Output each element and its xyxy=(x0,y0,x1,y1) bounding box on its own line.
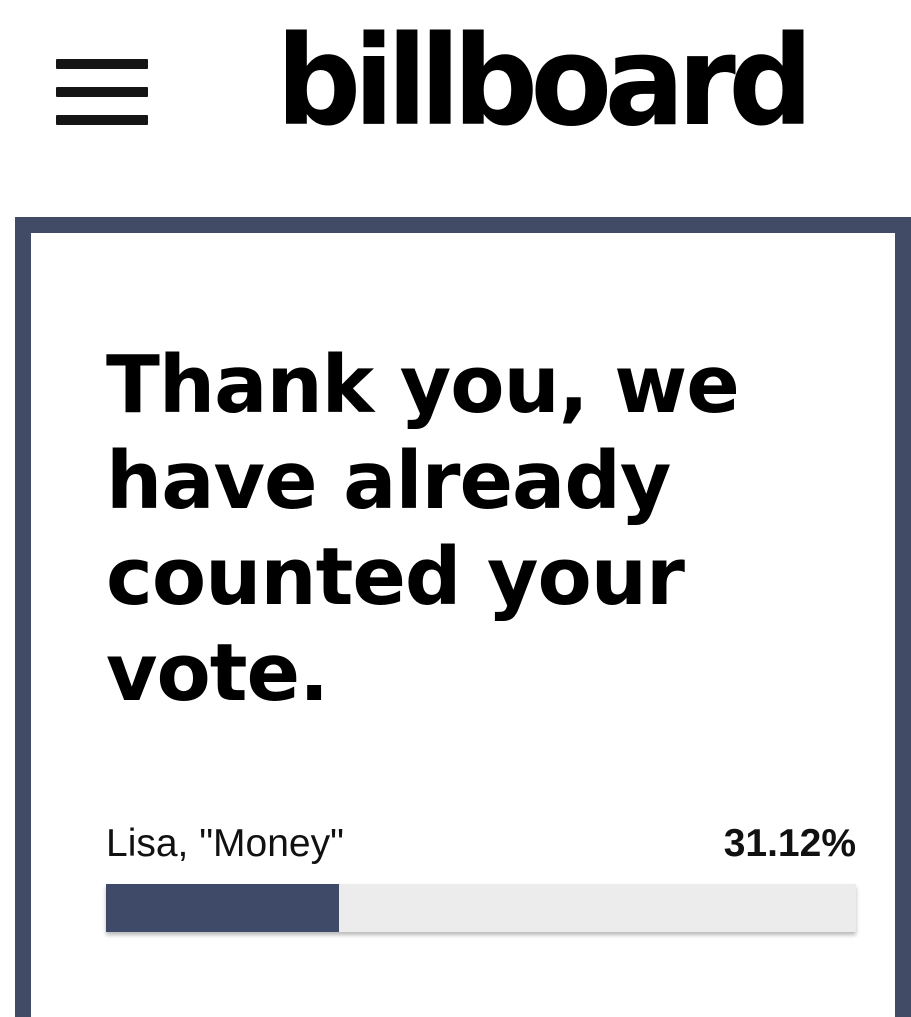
poll-option-percent: 31.12% xyxy=(723,822,856,865)
billboard-logo[interactable]: billboard xyxy=(276,20,813,145)
site-header: billboard xyxy=(0,0,911,215)
poll-result-row: Lisa, "Money" 31.12% xyxy=(106,819,856,869)
poll-option-label: Lisa, "Money" xyxy=(106,822,344,865)
menu-bar-top xyxy=(56,59,148,69)
poll-result-bar-fill xyxy=(106,884,340,932)
poll-card: Thank you, we have already counted your … xyxy=(15,217,911,1017)
menu-bar-bottom xyxy=(56,115,148,125)
poll-confirmation-headline: Thank you, we have already counted your … xyxy=(106,339,740,719)
poll-result-bar xyxy=(106,884,856,932)
hamburger-menu-icon[interactable] xyxy=(56,56,148,128)
menu-bar-middle xyxy=(56,87,148,97)
